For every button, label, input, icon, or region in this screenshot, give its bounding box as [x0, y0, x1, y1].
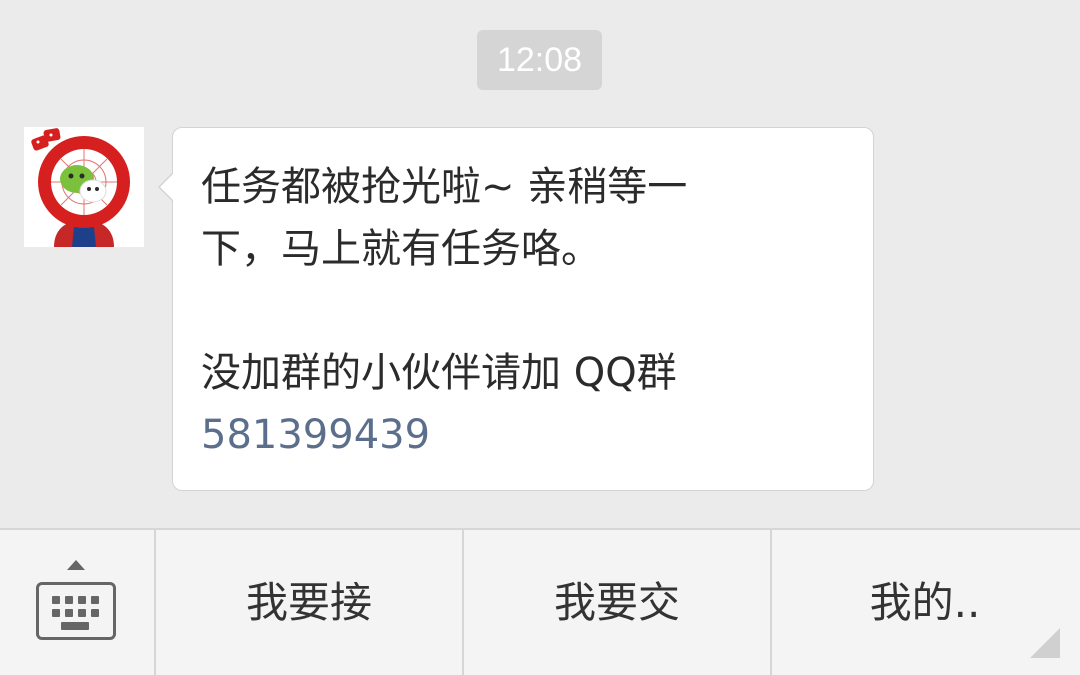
submenu-indicator-icon	[1030, 628, 1060, 658]
chat-area: 12:08 任务都被抢光啦~ 亲稍等一 下，马上就有任务咯。 没加群的小伙伴请加…	[0, 0, 1080, 528]
qq-group-number-link[interactable]: 581399439	[201, 404, 801, 466]
contact-avatar[interactable]	[24, 127, 144, 247]
menu-item-accept-task[interactable]: 我要接	[156, 530, 462, 675]
menu-item-submit-task[interactable]: 我要交	[464, 530, 770, 675]
message-line-1: 任务都被抢光啦~ 亲稍等一	[201, 164, 688, 210]
spiderman-wechat-avatar-icon	[24, 127, 144, 247]
bottom-menu-bar: 我要接 我要交 我的..	[0, 528, 1080, 675]
message-text: 任务都被抢光啦~ 亲稍等一 下，马上就有任务咯。 没加群的小伙伴请加 QQ群 5…	[201, 156, 801, 466]
keyboard-icon	[36, 582, 116, 640]
keyboard-toggle-button[interactable]	[0, 530, 154, 675]
message-line-2: 下，马上就有任务咯。	[201, 226, 601, 272]
chevron-up-icon	[67, 560, 85, 570]
message-bubble[interactable]: 任务都被抢光啦~ 亲稍等一 下，马上就有任务咯。 没加群的小伙伴请加 QQ群 5…	[158, 127, 874, 491]
message-line-3: 没加群的小伙伴请加 QQ群	[201, 350, 677, 396]
timestamp: 12:08	[477, 30, 602, 90]
